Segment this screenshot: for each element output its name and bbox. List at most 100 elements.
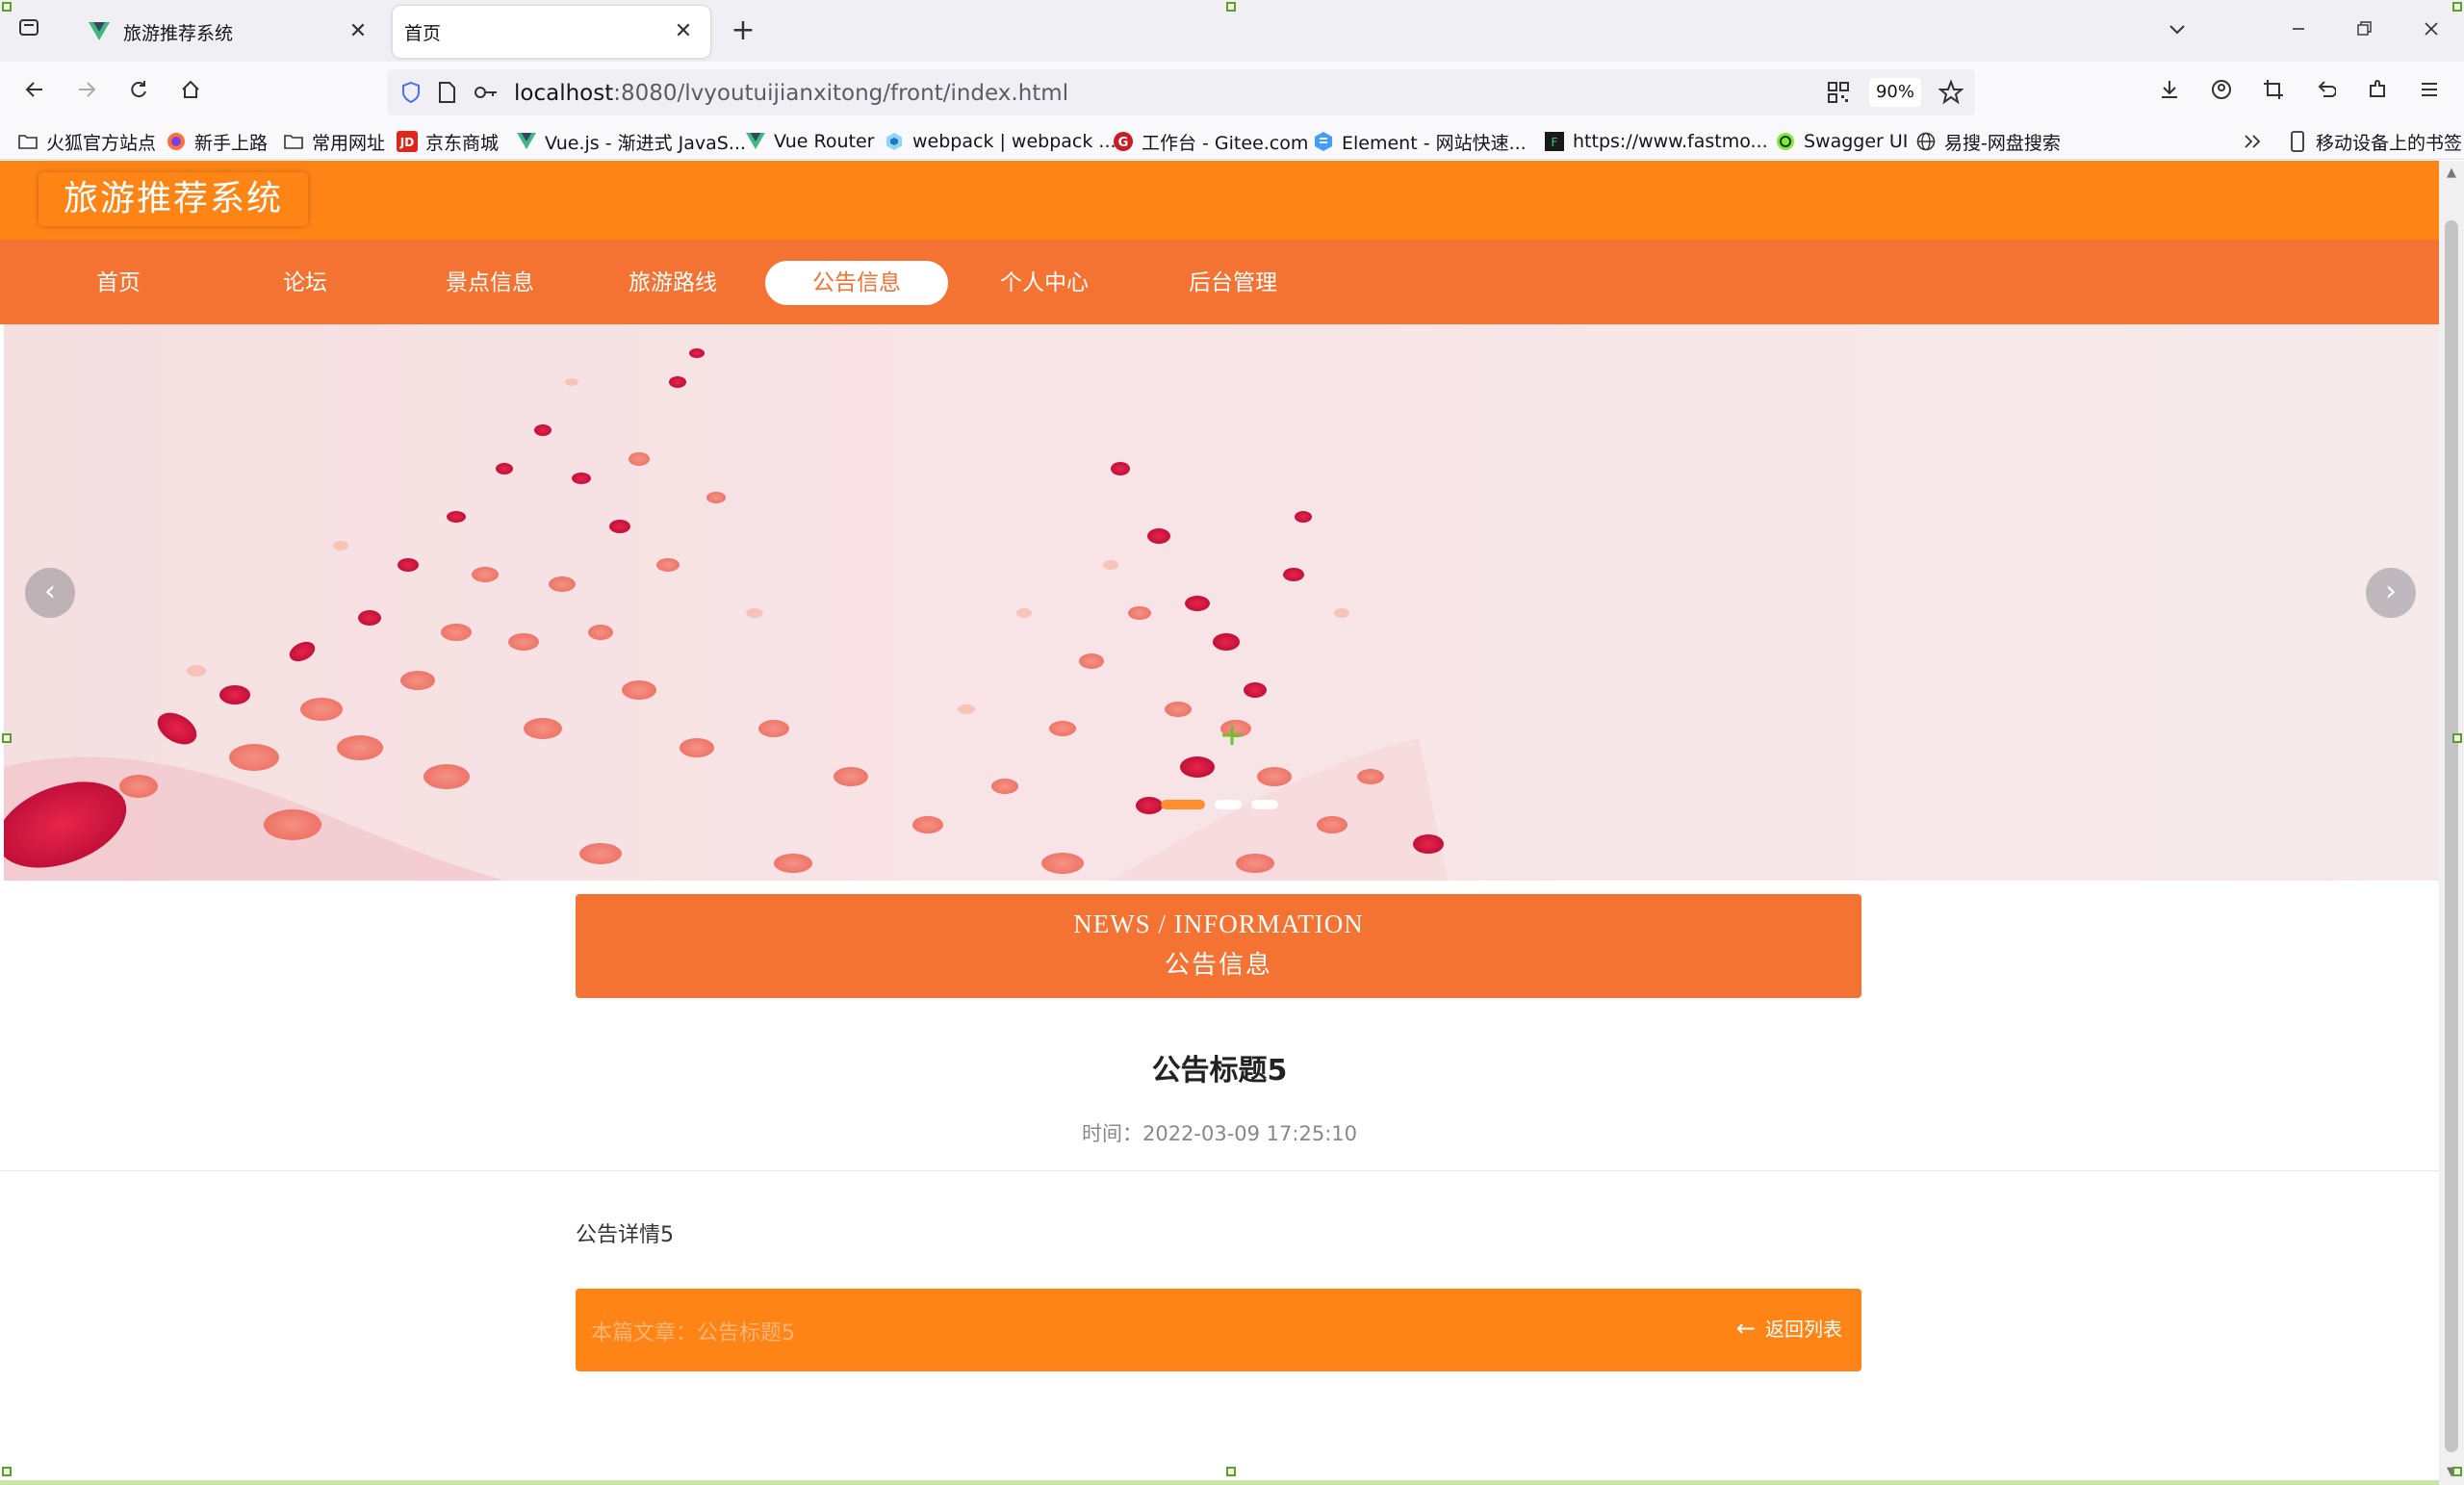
carousel-next-arrow-icon[interactable]: › [2366, 568, 2416, 618]
undo-icon[interactable] [2304, 73, 2347, 112]
bookmark-label: 京东商城 [425, 132, 500, 154]
menu-item-home[interactable]: 首页 [27, 261, 210, 305]
capture-handle[interactable] [2, 2, 12, 12]
carousel-indicator[interactable] [1251, 800, 1278, 809]
list-tabs-chevron-icon[interactable] [2156, 12, 2198, 50]
menu-item-attractions[interactable]: 景点信息 [398, 261, 581, 305]
back-to-list-button[interactable]: ← 返回列表 [1736, 1314, 1842, 1342]
bookmark-item[interactable]: G 工作台 - Gitee.com [1113, 127, 1308, 156]
page-scrollbar[interactable]: ▲ ▼ [2439, 161, 2464, 1485]
bookmark-item[interactable]: 新手上路 [166, 127, 268, 156]
close-tab-icon[interactable]: ✕ [670, 18, 697, 45]
capture-handle[interactable] [2452, 733, 2462, 743]
bookmark-label: Vue.js - 渐进式 JavaS... [545, 132, 746, 154]
new-tab-button[interactable]: + [722, 12, 764, 50]
current-article-link[interactable]: 本篇文章：公告标题5 [591, 1316, 795, 1346]
menu-hamburger-icon[interactable] [2408, 73, 2451, 112]
tab-travel-system[interactable]: 旅游推荐系统 ✕ [67, 6, 385, 58]
bookmark-item[interactable]: Vue.js - 渐进式 JavaS... [516, 127, 746, 156]
vue-icon [516, 131, 537, 152]
url-text[interactable]: localhost:8080/lvyoutuijianxitong/front/… [514, 81, 1068, 106]
bookmark-item[interactable]: webpack | webpack ... [884, 127, 1116, 156]
shield-icon[interactable] [400, 81, 422, 108]
selection-border [0, 1480, 2439, 1485]
capture-handle[interactable] [1226, 2, 1236, 12]
home-icon[interactable] [169, 73, 212, 112]
forward-icon[interactable] [65, 73, 108, 112]
minimize-icon[interactable] [2277, 12, 2320, 50]
article-pager: 本篇文章：公告标题5 ← 返回列表 [576, 1289, 1861, 1371]
folder-icon [283, 131, 304, 152]
bookmark-item[interactable]: 火狐官方站点 [17, 127, 156, 156]
capture-handle[interactable] [2, 1467, 12, 1476]
bookmark-item[interactable]: 常用网址 [283, 127, 385, 156]
bookmark-item[interactable]: 易搜-网盘搜索 [1915, 127, 2061, 156]
close-tab-icon[interactable]: ✕ [345, 18, 372, 45]
carousel-prev-arrow-icon[interactable]: ‹ [25, 568, 75, 618]
scroll-thumb[interactable] [2445, 220, 2458, 1452]
vue-icon [745, 131, 766, 152]
section-title-banner: NEWS / INFORMATION 公告信息 [576, 894, 1861, 998]
site-header: 旅游推荐系统 [0, 161, 2439, 240]
page-viewport: 旅游推荐系统 首页 论坛 景点信息 旅游路线 公告信息 个人中心 后台管理 ‹ … [0, 161, 2439, 1485]
bookmark-label: 新手上路 [194, 132, 269, 154]
arrow-left-icon: ← [1735, 1314, 1756, 1342]
bookmark-item[interactable]: Element - 网站快速... [1313, 127, 1527, 156]
downloads-icon[interactable] [2148, 73, 2191, 112]
page-icon[interactable] [437, 81, 456, 108]
capture-handle[interactable] [2452, 2, 2462, 12]
menu-item-personal-center[interactable]: 个人中心 [953, 261, 1136, 305]
carousel-banner[interactable]: ‹ › [4, 324, 2439, 881]
bookmarks-bar: 火狐官方站点 新手上路 常用网址 JD 京东商城 Vue.js - 渐进式 Ja… [0, 123, 2464, 160]
capture-handle[interactable] [2452, 1467, 2462, 1476]
gitee-icon: G [1113, 131, 1134, 152]
capture-handle[interactable] [1226, 1467, 1236, 1476]
tab-title: 首页 [404, 22, 442, 44]
menu-item-forum[interactable]: 论坛 [214, 261, 397, 305]
zoom-level[interactable]: 90% [1869, 78, 1921, 107]
bookmark-star-icon[interactable] [1938, 79, 1964, 109]
webpack-icon [884, 131, 905, 152]
key-icon[interactable] [474, 83, 499, 106]
menu-item-routes[interactable]: 旅游路线 [581, 261, 764, 305]
element-icon [1313, 131, 1334, 152]
bookmark-label: Vue Router [774, 131, 875, 152]
svg-text:G: G [1118, 136, 1129, 150]
mobile-bookmarks[interactable]: 移动设备上的书签 [2287, 127, 2462, 156]
url-bar[interactable]: localhost:8080/lvyoutuijianxitong/front/… [387, 69, 1975, 115]
bookmark-label: 火狐官方站点 [46, 132, 157, 154]
reload-icon[interactable] [117, 73, 160, 112]
firefox-icon [166, 131, 187, 152]
bookmark-label: 工作台 - Gitee.com [1142, 132, 1309, 154]
menu-item-announcements[interactable]: 公告信息 [765, 261, 948, 305]
account-icon[interactable] [2200, 73, 2243, 112]
folder-icon [17, 131, 38, 152]
tab-home[interactable]: 首页 ✕ [393, 6, 710, 58]
bookmark-label: webpack | webpack ... [912, 131, 1116, 152]
site-menu: 首页 论坛 景点信息 旅游路线 公告信息 个人中心 后台管理 [0, 240, 2439, 324]
svg-text:F: F [1552, 136, 1558, 149]
tab-title: 旅游推荐系统 [123, 22, 234, 44]
bookmark-item[interactable]: Swagger UI [1775, 127, 1908, 156]
screenshot-crop-icon[interactable] [2252, 73, 2295, 112]
capture-handle[interactable] [2, 733, 12, 743]
back-icon[interactable] [13, 73, 56, 112]
bookmark-item[interactable]: F https://www.fastmo... [1544, 127, 1768, 156]
carousel-indicator[interactable] [1215, 800, 1242, 809]
site-logo[interactable]: 旅游推荐系统 [38, 172, 309, 226]
menu-item-admin[interactable]: 后台管理 [1142, 261, 1324, 305]
tab-overview-icon[interactable] [8, 12, 50, 50]
scroll-up-arrow-icon[interactable]: ▲ [2443, 165, 2460, 182]
bookmark-label: Swagger UI [1804, 131, 1909, 152]
qr-code-icon[interactable] [1827, 81, 1850, 108]
close-window-icon[interactable] [2410, 12, 2452, 50]
svg-text:JD: JD [399, 136, 414, 149]
bookmark-item[interactable]: Vue Router [745, 127, 874, 156]
rose-petals-illustration [4, 348, 1448, 881]
carousel-indicator[interactable] [1161, 800, 1205, 809]
restore-window-icon[interactable] [2343, 12, 2385, 50]
extensions-icon[interactable] [2356, 73, 2399, 112]
more-bookmarks-chevron-icon[interactable] [2243, 127, 2264, 156]
article-content: 公告详情5 [576, 1223, 674, 1247]
bookmark-item[interactable]: JD 京东商城 [397, 127, 499, 156]
